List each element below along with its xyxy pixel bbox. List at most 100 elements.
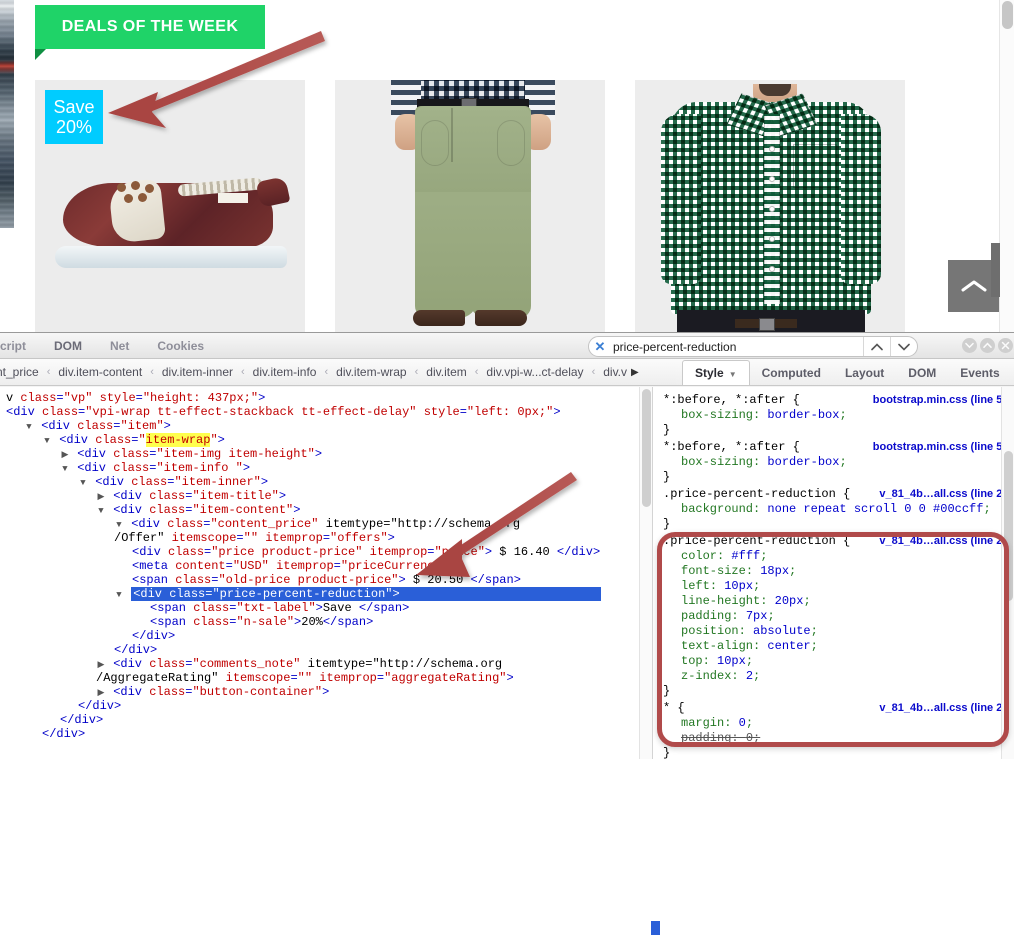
html-tree-node[interactable]: <div class="price product-price" itempro… <box>0 545 652 559</box>
css-property[interactable]: position <box>681 624 739 638</box>
html-tree-node[interactable]: <div class="item-img item-height"> <box>0 447 652 461</box>
css-declaration[interactable]: background: none repeat scroll 0 0 #00cc… <box>663 502 1014 517</box>
chevron-down-icon[interactable] <box>24 420 34 434</box>
product-card-shirt[interactable] <box>635 80 905 332</box>
css-declaration[interactable]: box-sizing: border-box; <box>663 455 1014 470</box>
css-source-link[interactable]: bootstrap.min.css (line 5) <box>873 393 1006 408</box>
css-value[interactable]: 10px <box>717 654 746 668</box>
css-value[interactable]: none repeat scroll 0 0 #00ccff <box>767 502 983 516</box>
html-tree-node[interactable]: </div> <box>0 699 652 713</box>
html-tree-node-selected[interactable]: <div class="price-percent-reduction"> <box>0 587 652 601</box>
css-value[interactable]: border-box <box>767 408 839 422</box>
css-selector[interactable]: *:before, *:after { <box>663 393 800 407</box>
page-vertical-scrollbar[interactable] <box>999 0 1014 332</box>
css-property[interactable]: font-size <box>681 564 746 578</box>
css-property[interactable]: color <box>681 549 717 563</box>
chevron-right-icon[interactable] <box>96 490 106 504</box>
chevron-down-icon[interactable] <box>60 462 70 476</box>
breadcrumb-item-7[interactable]: div.v <box>595 365 635 379</box>
css-declaration[interactable]: box-sizing: border-box; <box>663 408 1014 423</box>
html-tree-node[interactable]: <div class="item-content"> <box>0 503 652 517</box>
minimize-button[interactable] <box>962 338 977 353</box>
css-property[interactable]: text-align <box>681 639 753 653</box>
css-declaration[interactable]: margin: 0; <box>663 716 1014 731</box>
search-input[interactable] <box>611 338 863 355</box>
product-card-pants[interactable] <box>335 80 605 332</box>
page-scrollbar-thumb[interactable] <box>1002 1 1013 29</box>
devtools-search-box[interactable]: ✕ <box>588 336 918 357</box>
css-value[interactable]: 7px <box>746 609 768 623</box>
css-selector[interactable]: *:before, *:after { <box>663 440 800 454</box>
tab-dom-side[interactable]: DOM <box>896 361 948 385</box>
css-rule[interactable]: *:before, *:after { bootstrap.min.css (li… <box>663 393 1014 438</box>
css-selector[interactable]: * { <box>663 701 685 715</box>
css-declaration[interactable]: left: 10px; <box>663 579 1014 594</box>
html-tree-node[interactable]: <div class="vpi-wrap tt-effect-stackback… <box>0 405 652 419</box>
breadcrumb-item-2[interactable]: div.item-inner <box>154 365 241 379</box>
css-value[interactable]: #fff <box>731 549 760 563</box>
html-tree-node[interactable]: <span class="n-sale">20%</span> <box>0 615 652 629</box>
html-tree-node[interactable]: <div class="item-info "> <box>0 461 652 475</box>
css-value[interactable]: absolute <box>753 624 811 638</box>
html-tree-node[interactable]: </div> <box>0 713 652 727</box>
css-declaration[interactable]: line-height: 20px; <box>663 594 1014 609</box>
chevron-down-icon[interactable] <box>114 588 124 602</box>
breadcrumb-item-6[interactable]: div.vpi-w...ct-delay <box>478 365 591 379</box>
css-declaration[interactable]: position: absolute; <box>663 624 1014 639</box>
tab-net[interactable]: Net <box>108 337 131 355</box>
html-tree-node[interactable]: <span class="txt-label">Save </span> <box>0 601 652 615</box>
chevron-down-icon[interactable] <box>114 518 124 532</box>
html-tree[interactable]: v class="vp" style="height: 437px;"> <div… <box>0 387 652 741</box>
chevron-down-icon[interactable] <box>42 434 52 448</box>
html-tree-node[interactable]: <div class="item"> <box>0 419 652 433</box>
css-rule[interactable]: .price-percent-reduction {v_81_4b…all.cs… <box>663 534 1014 699</box>
css-rule[interactable]: *:before, *:after {bootstrap.min.css (li… <box>663 440 1014 485</box>
css-declaration[interactable]: z-index: 2; <box>663 669 1014 684</box>
tab-dom[interactable]: DOM <box>52 337 84 355</box>
css-property[interactable]: left <box>681 579 710 593</box>
chevron-right-icon[interactable] <box>96 658 106 672</box>
css-value[interactable]: 2 <box>746 669 753 683</box>
chevron-right-icon[interactable] <box>96 686 106 700</box>
html-tree-node[interactable]: </div> <box>0 643 652 657</box>
css-property[interactable]: margin <box>681 716 724 730</box>
css-source-link[interactable]: v_81_4b…all.css (line 2) <box>879 487 1006 502</box>
html-pane-scrollbar[interactable] <box>639 387 652 759</box>
product-card-sneaker[interactable]: Save 20% <box>35 80 305 332</box>
css-property[interactable]: top <box>681 654 703 668</box>
html-tree-node[interactable]: <div class="item-wrap"> <box>0 433 652 447</box>
html-tree-node[interactable]: <meta content="USD" itemprop="priceCurre… <box>0 559 652 573</box>
css-value[interactable]: 0 <box>746 731 753 745</box>
html-tree-node[interactable]: <span class="old-price product-price"> $… <box>0 573 652 587</box>
html-tree-node[interactable]: /Offer" itemscope="" itemprop="offers"> <box>0 531 652 545</box>
css-property[interactable]: background <box>681 502 753 516</box>
css-rule[interactable]: * {v_81_4b…all.css (line 2) margin: 0; pad… <box>663 701 1014 759</box>
breadcrumb-item-4[interactable]: div.item-wrap <box>328 365 414 379</box>
css-declaration[interactable]: top: 10px; <box>663 654 1014 669</box>
css-property[interactable]: z-index <box>681 669 731 683</box>
css-pane-scrollbar-thumb[interactable] <box>1004 451 1013 601</box>
html-pane-scrollbar-thumb[interactable] <box>642 389 651 507</box>
css-pane-scrollbar[interactable] <box>1001 387 1014 759</box>
chevron-down-icon[interactable] <box>96 504 106 518</box>
tab-script[interactable]: cript <box>0 337 28 355</box>
css-declaration[interactable]: font-size: 18px; <box>663 564 1014 579</box>
css-selector[interactable]: .price-percent-reduction { <box>663 487 850 501</box>
breadcrumb-item-1[interactable]: div.item-content <box>50 365 150 379</box>
breadcrumb-item-3[interactable]: div.item-info <box>245 365 325 379</box>
breadcrumb-overflow-icon[interactable]: ▶ <box>631 367 639 378</box>
search-next-button[interactable] <box>890 337 917 356</box>
html-tree-node[interactable]: <div class="item-title"> <box>0 489 652 503</box>
css-style-pane[interactable]: *:before, *:after { bootstrap.min.css (li… <box>652 387 1014 759</box>
maximize-button[interactable] <box>980 338 995 353</box>
breadcrumb-item-0[interactable]: nt_price <box>0 365 47 379</box>
css-selector[interactable]: .price-percent-reduction { <box>663 534 850 548</box>
css-property[interactable]: padding <box>681 609 731 623</box>
css-declaration[interactable]: color: #fff; <box>663 549 1014 564</box>
html-tree-node[interactable]: <div class="item-inner"> <box>0 475 652 489</box>
tab-events[interactable]: Events <box>948 361 1011 385</box>
css-value[interactable]: 10px <box>724 579 753 593</box>
html-tree-node[interactable]: </div> <box>0 727 652 741</box>
css-property[interactable]: line-height <box>681 594 760 608</box>
html-tree-node[interactable]: <div class="comments_note" itemtype="htt… <box>0 657 652 671</box>
